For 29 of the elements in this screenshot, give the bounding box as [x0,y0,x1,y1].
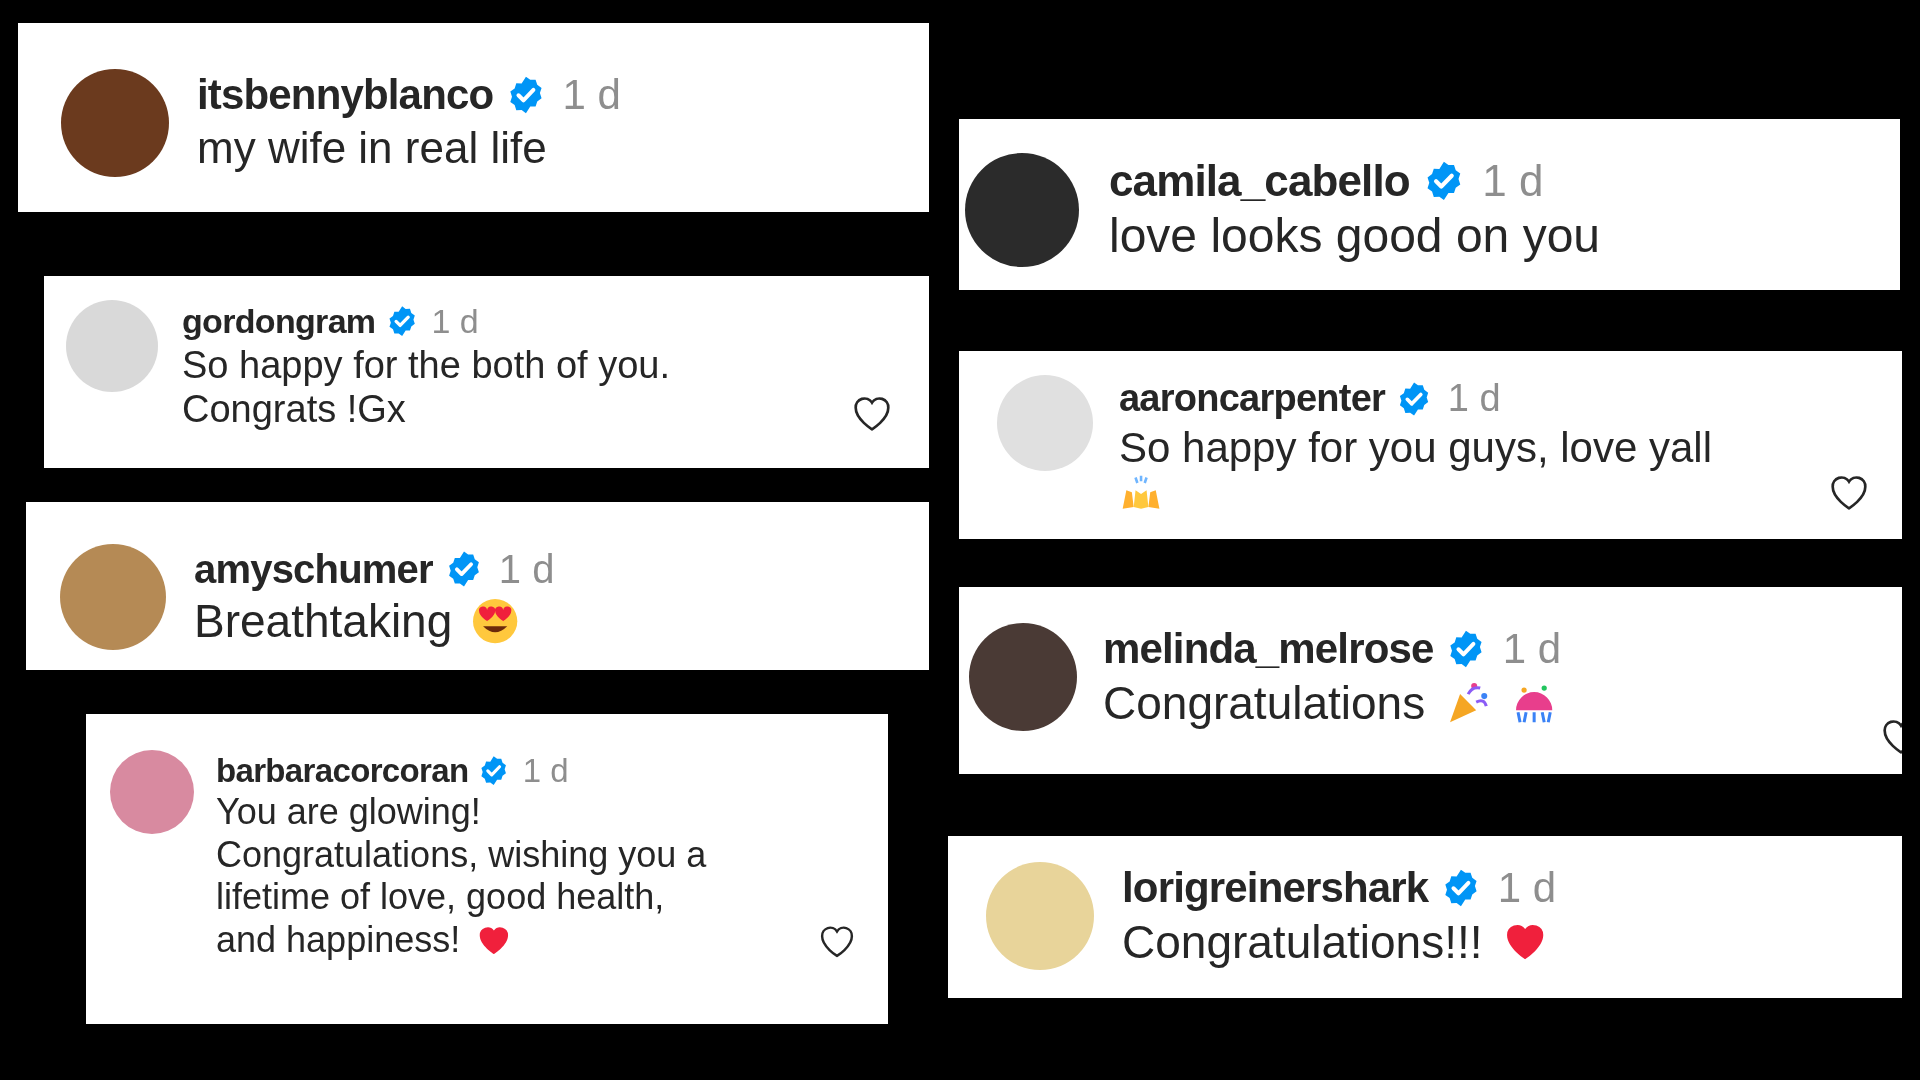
comment-text: Congrats !Gx [182,387,406,433]
comment-text: love looks good on you [1109,208,1600,264]
username[interactable]: lorigreinershark [1122,862,1429,915]
username[interactable]: itsbennyblanco [197,69,494,122]
comment-time: 1 d [431,301,479,342]
username[interactable]: amyschumer [194,544,433,594]
heart-eyes-emoji-icon [470,597,519,646]
comment-text: Congratulations [1103,675,1426,730]
comment-text: You are glowing! [216,791,481,834]
comment-text: my wife in real life [197,121,547,174]
comment-time: 1 d [1502,624,1562,674]
comment-text: lifetime of love, good health, [216,876,665,919]
username[interactable]: aaroncarpenter [1119,375,1386,423]
username[interactable]: camila_cabello [1109,153,1410,208]
comment-time: 1 d [522,751,569,791]
comment-time: 1 d [1482,155,1544,207]
comment-text: Congratulations!!! [1122,914,1483,969]
comment-text: So happy for the both of you. [182,342,670,388]
comment-text: So happy for you guys, love yall [1119,422,1712,473]
username[interactable]: melinda_melrose [1103,623,1434,676]
comment-time: 1 d [1447,376,1501,421]
comment-time: 1 d [1497,863,1556,913]
username[interactable]: gordongram [182,300,376,343]
comment-time: 1 d [562,70,621,120]
comment-time: 1 d [498,546,555,593]
username[interactable]: barbaracorcoran [216,750,469,792]
comment-text: Breathtaking [194,594,453,649]
comment-text: Congratulations, wishing you a [216,833,707,877]
comment-text: and happiness! [216,918,461,962]
